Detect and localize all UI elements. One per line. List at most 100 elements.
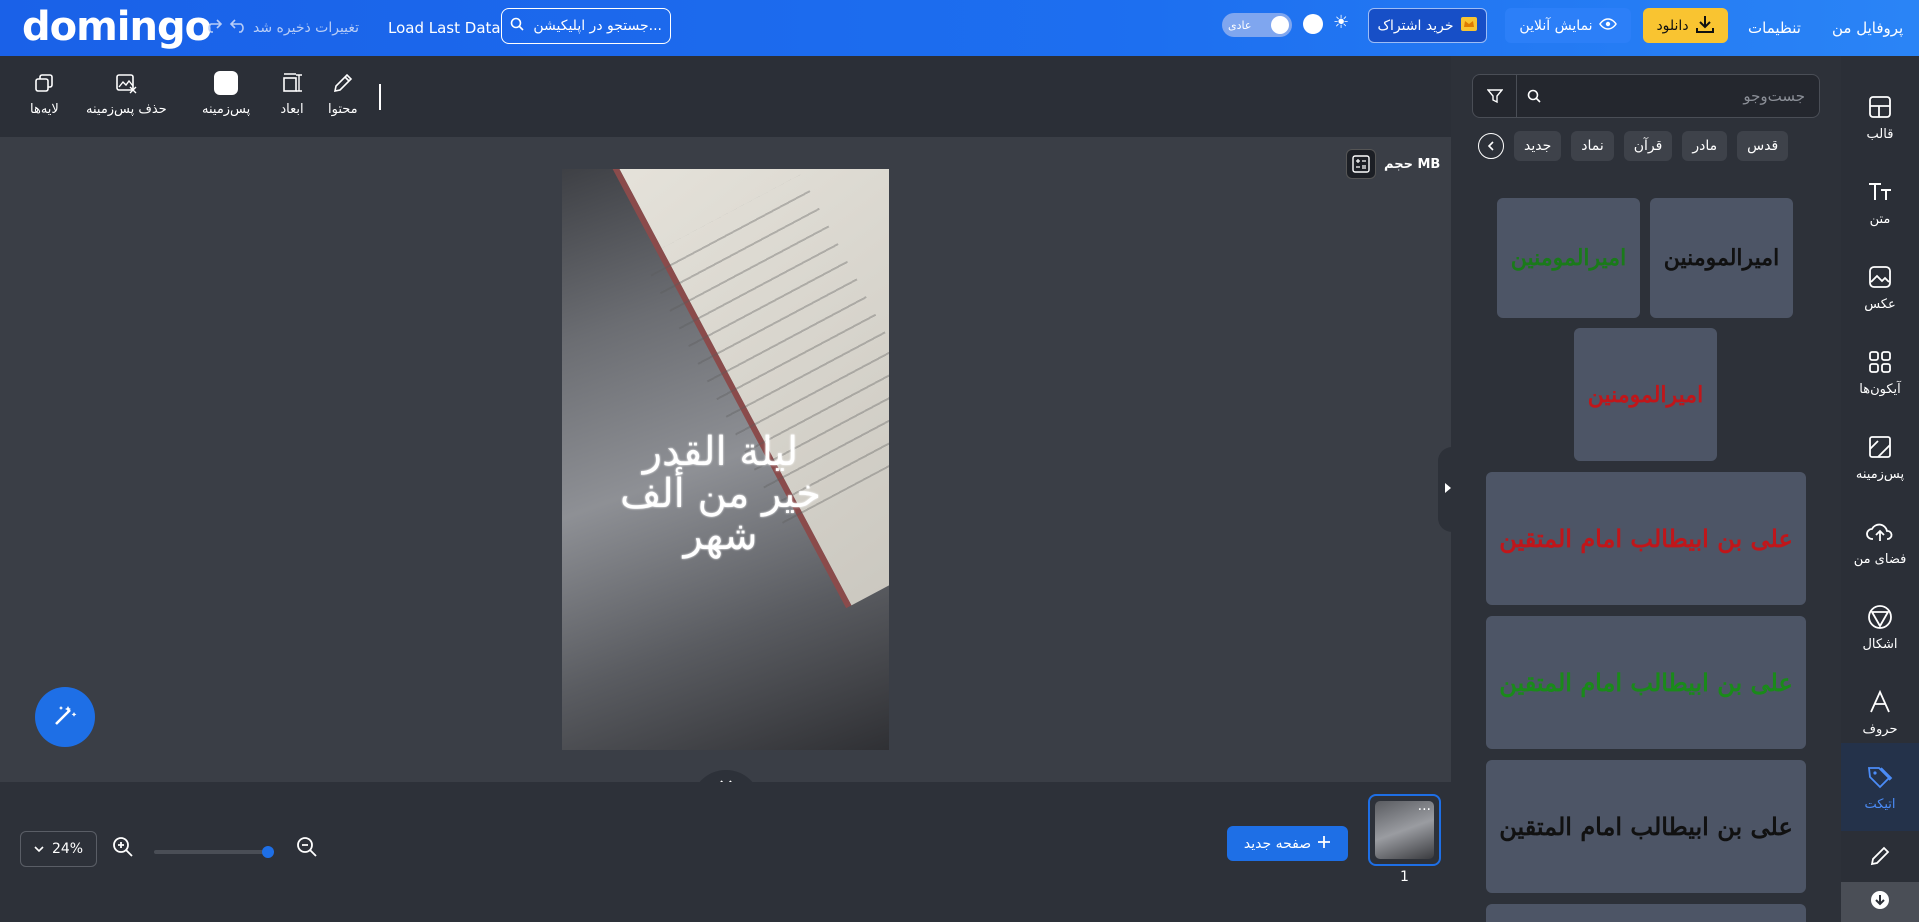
sidebar-item-shapes[interactable]: اشکال (1841, 586, 1919, 668)
undo-icon[interactable] (229, 19, 247, 37)
sticker-art: امیرالمومنین (1663, 245, 1780, 271)
chip-new[interactable]: جدید (1514, 131, 1562, 161)
zoom-slider-thumb[interactable] (262, 846, 274, 858)
new-page-label: صفحه جدید (1243, 835, 1312, 852)
sidebar-item-my-space[interactable]: فضای من (1841, 501, 1919, 583)
arrow-down-circle-icon (1870, 890, 1890, 914)
grid-icon (1866, 348, 1894, 376)
dimensions-tool[interactable]: ابعاد (279, 70, 305, 117)
file-size-label: حجم MB (1384, 156, 1441, 172)
content-tool-label: محتوا (328, 102, 358, 117)
zoom-value: 24% (51, 841, 84, 857)
more-options-icon[interactable]: ··· (1418, 802, 1431, 818)
background-tool[interactable]: پس‌زمینه (202, 70, 250, 117)
sidebar-item-label: پس‌زمینه (1855, 466, 1905, 482)
chips-scroll-button[interactable] (1478, 133, 1504, 159)
magic-wand-icon (51, 701, 79, 733)
chip-symbol[interactable]: نماد (1571, 131, 1614, 161)
sidebar-scroll-down[interactable] (1841, 882, 1919, 922)
chip-quran[interactable]: قرآن (1623, 131, 1673, 161)
sticker-card[interactable]: امیرالمومنین (1497, 198, 1640, 318)
sticker-card[interactable]: امیرالمومنین (1650, 198, 1793, 318)
sticker-card[interactable]: امیرالمومنین (1574, 328, 1717, 461)
sidebar-item-background[interactable]: پس‌زمینه (1841, 416, 1919, 498)
cloud-upload-icon (1866, 518, 1894, 546)
sticker-card[interactable]: علی بن ابیطالب امام المتقین (1486, 616, 1806, 749)
panel-collapse-handle[interactable] (1438, 447, 1458, 532)
chip-quds[interactable]: قدس (1737, 131, 1789, 161)
chevron-down-icon (34, 841, 44, 857)
sidebar-item-image[interactable]: عکس (1841, 246, 1919, 328)
sidebar-item-label: اشکال (1862, 636, 1898, 652)
category-chips: جدید نماد قرآن مادر قدس (1478, 131, 1789, 161)
profile-menu[interactable]: پروفایل من (1832, 0, 1903, 56)
app-logo[interactable]: domingo (22, 4, 212, 50)
theme-toggle[interactable]: عادی (1222, 13, 1292, 37)
subscribe-label: خرید اشتراک (1377, 17, 1454, 34)
sidebar-item-text[interactable]: متن (1841, 161, 1919, 243)
sidebar-item-label: حروف (1862, 721, 1898, 737)
download-icon (1695, 15, 1715, 37)
layers-icon (31, 70, 57, 96)
sticker-card[interactable]: علی بن ابیطالب امام المتقین (1486, 472, 1806, 605)
color-swatch-icon (213, 70, 239, 96)
page-thumbnail[interactable]: ··· (1368, 794, 1441, 866)
sidebar-item-label: متن (1869, 211, 1891, 227)
app-search-input[interactable]: جستجو در اپلیکیشن... (501, 8, 671, 44)
sticker-card[interactable]: علی بن ابیطالب امام المتقین (1486, 760, 1806, 893)
sidebar-item-sticker[interactable]: اتیکت (1841, 743, 1919, 831)
tag-icon (1866, 763, 1894, 791)
toolbar-divider (379, 84, 381, 110)
search-placeholder: جستجو در اپلیکیشن... (533, 18, 662, 34)
plus-icon (1317, 835, 1331, 853)
download-button[interactable]: دانلود (1643, 8, 1728, 43)
dimensions-tool-label: ابعاد (280, 102, 304, 117)
load-last-data-button[interactable]: Load Last Data (388, 0, 501, 56)
theme-dot[interactable] (1303, 14, 1323, 34)
sticker-art: امیرالمومنین (1587, 381, 1704, 408)
design-page[interactable]: لیلة القدر خیر من ألف شهر (562, 169, 889, 750)
remove-background-tool[interactable]: حذف پس‌زمینه (86, 70, 167, 117)
zoom-select[interactable]: 24% (20, 831, 97, 867)
content-tool[interactable]: محتوا (328, 70, 358, 117)
download-label: دانلود (1656, 17, 1689, 34)
sun-icon[interactable]: ☀ (1333, 12, 1349, 33)
image-icon (1866, 263, 1894, 291)
sidebar-item-template[interactable]: قالب (1841, 76, 1919, 158)
zoom-out-icon[interactable] (295, 835, 319, 863)
settings-menu[interactable]: تنظیمات (1748, 0, 1801, 56)
sticker-art: علی بن ابیطالب امام المتقین (1499, 667, 1793, 697)
calligraphy-sticker[interactable]: لیلة القدر خیر من ألف شهر (608, 394, 833, 594)
zoom-slider[interactable] (154, 846, 274, 858)
sidebar-item-icons[interactable]: آیکون‌ها (1841, 331, 1919, 413)
save-status: تغییرات ذخیره شد (205, 0, 359, 56)
crown-icon (1460, 16, 1478, 36)
background-tool-label: پس‌زمینه (202, 102, 251, 117)
subscribe-button[interactable]: خرید اشتراک (1368, 8, 1487, 43)
zoom-in-icon[interactable] (111, 835, 135, 863)
online-view-button[interactable]: نمایش آنلاین (1505, 8, 1631, 43)
sticker-search-input[interactable]: جست‌وجو (1472, 74, 1820, 118)
resize-icon (279, 70, 305, 96)
eye-icon (1598, 17, 1617, 34)
sticker-art: علی بن ابیطالب امام المتقین (1499, 811, 1793, 841)
remove-bg-icon (113, 70, 139, 96)
file-size-indicator[interactable]: حجم MB (1346, 149, 1440, 179)
pencil-icon (1866, 842, 1894, 870)
toggle-knob (1271, 16, 1289, 34)
sidebar-item-label: فضای من (1853, 551, 1907, 567)
chip-mother[interactable]: مادر (1682, 131, 1728, 161)
new-page-button[interactable]: صفحه جدید (1227, 826, 1348, 861)
redo-icon[interactable] (205, 19, 223, 37)
magic-wand-button[interactable] (35, 687, 95, 747)
sticker-card[interactable] (1486, 904, 1806, 922)
sidebar-item-fonts[interactable]: حروف (1841, 671, 1919, 753)
layers-tool[interactable]: لایه‌ها (30, 70, 59, 117)
sidebar-item-label: قالب (1866, 126, 1894, 142)
sticker-search-placeholder: جست‌وجو (1743, 87, 1805, 105)
calculator-icon (1346, 149, 1376, 179)
background-icon (1866, 433, 1894, 461)
left-nav: قالب متن عکس آیکون‌ها پس‌زمینه فضای من (1841, 56, 1919, 922)
filter-icon[interactable] (1473, 75, 1517, 117)
pencil-icon (330, 70, 356, 96)
